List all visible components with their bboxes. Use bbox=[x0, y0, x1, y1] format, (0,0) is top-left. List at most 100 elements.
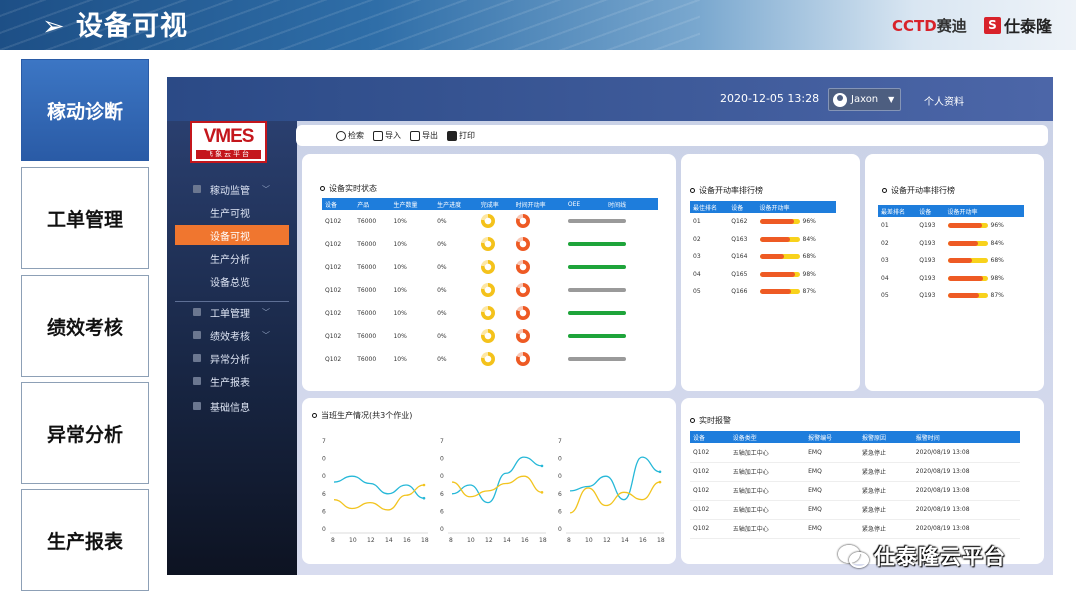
table-row: Q102 T6000 10% 0% bbox=[322, 210, 658, 233]
device-cell: Q166 bbox=[731, 288, 748, 296]
x-tick-label: 16 bbox=[521, 537, 529, 544]
slide-banner: ➢ 设备可视 CCTD赛迪 S 仕泰隆 bbox=[0, 0, 1076, 50]
sidebar-item-reports[interactable]: 生产报表 bbox=[167, 371, 297, 391]
y-tick-label: 0 bbox=[440, 473, 444, 480]
slide-title-text: 设备可视 bbox=[76, 11, 189, 42]
menu-item-label: 绩效考核 bbox=[46, 316, 123, 339]
sidebar-item-label: 生产可视 bbox=[210, 208, 250, 220]
column-header: 报警编号 bbox=[805, 431, 859, 443]
column-header: 设备 bbox=[322, 198, 355, 210]
vmes-logo-subtext: 飞象云平台 bbox=[196, 150, 261, 159]
device-type-cell: 五轴加工中心 bbox=[732, 526, 769, 533]
quantity-cell: 10% bbox=[393, 356, 407, 363]
print-button[interactable]: 打印 bbox=[447, 130, 475, 141]
product-cell: T6000 bbox=[357, 264, 377, 271]
sidebar-item-equipment-overview[interactable]: 设备总览 bbox=[167, 271, 297, 291]
column-header: 设备类型 bbox=[729, 431, 806, 443]
alarm-reason-cell: 紧急停止 bbox=[861, 526, 886, 533]
rank-row: 01 Q162 96% bbox=[690, 213, 836, 231]
alarm-row: Q102 五轴加工中心 EMQ 紧急停止 2020/08/19 13:08 bbox=[690, 462, 1020, 481]
device-cell: Q102 bbox=[325, 333, 342, 340]
brand-ccid-text: CCTD bbox=[892, 17, 937, 35]
sidebar-item-work-order[interactable]: 工单管理 ﹀ bbox=[167, 302, 297, 322]
rate-progress-bar bbox=[759, 289, 800, 295]
rate-progress-bar bbox=[947, 275, 988, 281]
menu-item-work-order[interactable]: 工单管理 bbox=[21, 167, 149, 269]
user-dropdown[interactable]: Jaxon ▼ bbox=[828, 88, 901, 111]
progress-cell: 0% bbox=[437, 356, 447, 363]
quantity-cell: 10% bbox=[393, 241, 407, 248]
sidebar-item-label: 稼动监管 bbox=[210, 185, 250, 197]
oee-bar bbox=[567, 334, 626, 338]
sidebar-item-production-visual[interactable]: 生产可视 bbox=[167, 202, 297, 222]
device-cell: Q193 bbox=[919, 239, 936, 247]
sidebar-item-label: 生产分析 bbox=[210, 254, 250, 266]
menu-item-anomaly[interactable]: 异常分析 bbox=[21, 382, 149, 484]
progress-cell: 0% bbox=[437, 264, 447, 271]
x-tick-label: 8 bbox=[331, 537, 335, 544]
monitor-icon bbox=[193, 185, 201, 193]
rate-cell: 87% bbox=[945, 287, 1024, 305]
y-tick-label: 0 bbox=[558, 526, 562, 533]
oee-timeline-cell bbox=[565, 279, 658, 302]
sidebar-item-anomaly[interactable]: 异常分析 bbox=[167, 348, 297, 368]
device-type-cell: 五轴加工中心 bbox=[732, 507, 769, 514]
line-chart-1: 7006608 10 12 14 16 18 bbox=[322, 438, 429, 544]
rate-progress-fill bbox=[947, 223, 982, 229]
menu-item-label: 异常分析 bbox=[46, 423, 123, 446]
rate-progress-bar bbox=[759, 271, 800, 277]
alarm-reason-cell: 紧急停止 bbox=[861, 449, 886, 457]
device-cell: Q102 bbox=[693, 506, 710, 513]
rank-cell: 02 bbox=[693, 235, 701, 243]
quantity-cell: 10% bbox=[393, 333, 407, 340]
x-tick-label: 16 bbox=[639, 537, 647, 544]
user-name: Jaxon bbox=[851, 94, 879, 105]
table-row: Q102 T6000 10% 0% bbox=[322, 348, 658, 371]
x-tick-label: 18 bbox=[657, 537, 665, 544]
sidebar-item-production-analysis[interactable]: 生产分析 bbox=[167, 248, 297, 268]
menu-item-reports[interactable]: 生产报表 bbox=[21, 489, 149, 591]
oee-bar bbox=[567, 288, 626, 292]
bullet-icon bbox=[320, 186, 325, 191]
column-header: 时间线 bbox=[605, 198, 658, 210]
profile-link[interactable]: 个人资料 bbox=[924, 93, 964, 108]
device-cell: Q164 bbox=[731, 253, 748, 261]
sidebar-item-basic-info[interactable]: 基础信息 bbox=[167, 396, 297, 416]
completion-cell bbox=[478, 325, 513, 348]
import-button[interactable]: 导入 bbox=[373, 130, 401, 141]
table-row: Q102 T6000 10% 0% bbox=[322, 233, 658, 256]
search-button[interactable]: 检索 bbox=[336, 130, 364, 141]
avatar-icon bbox=[833, 92, 847, 107]
column-header: 最佳排名 bbox=[690, 201, 729, 213]
device-cell: Q102 bbox=[325, 356, 342, 363]
x-tick-label: 10 bbox=[349, 537, 357, 544]
rate-percent: 68% bbox=[802, 253, 816, 261]
menu-item-performance[interactable]: 绩效考核 bbox=[21, 275, 149, 377]
column-header: 生产数量 bbox=[390, 198, 435, 210]
y-tick-label: 6 bbox=[322, 508, 326, 515]
status-table: 设备 产品 生产数量 生产进度 完成率 时间开动率 OEE 时间线 Q102 T6000 10% 0… bbox=[322, 198, 658, 371]
device-cell: Q102 bbox=[693, 468, 710, 475]
menu-item-utilization[interactable]: 稼动诊断 bbox=[21, 59, 149, 161]
production-card: 当班生产情况(共3个作业) 7 0 0 6 6 0 8 10 12 14 16 18 7 0 0 6 6 0 8 10… bbox=[302, 398, 676, 564]
sidebar-item-performance[interactable]: 绩效考核 ﹀ bbox=[167, 325, 297, 345]
oee-bar bbox=[567, 242, 626, 246]
app-header: 2020-12-05 13:28 Jaxon ▼ 个人资料 bbox=[167, 77, 1053, 121]
oee-bar bbox=[567, 357, 626, 361]
alarm-row: Q102 五轴加工中心 EMQ 紧急停止 2020/08/19 13:08 bbox=[690, 500, 1020, 519]
card-title-text: 设备开动率排行榜 bbox=[699, 186, 763, 195]
rank-row: 05 Q193 87% bbox=[878, 287, 1024, 305]
rate-percent: 68% bbox=[990, 257, 1004, 265]
device-cell: Q102 bbox=[693, 525, 710, 532]
device-cell: Q102 bbox=[325, 241, 342, 248]
sidebar-item-equipment-visual[interactable]: 设备可视 bbox=[175, 225, 289, 245]
progress-cell: 0% bbox=[437, 241, 447, 248]
progress-cell: 0% bbox=[437, 333, 447, 340]
device-type-cell: 五轴加工中心 bbox=[732, 488, 769, 495]
export-button[interactable]: 导出 bbox=[410, 130, 438, 141]
alarm-code-cell: EMQ bbox=[808, 506, 822, 513]
home-icon bbox=[193, 402, 201, 410]
uptime-cell bbox=[513, 302, 565, 325]
product-cell: T6000 bbox=[357, 218, 377, 225]
sidebar-item-utilization[interactable]: 稼动监管 ﹀ bbox=[167, 179, 297, 199]
